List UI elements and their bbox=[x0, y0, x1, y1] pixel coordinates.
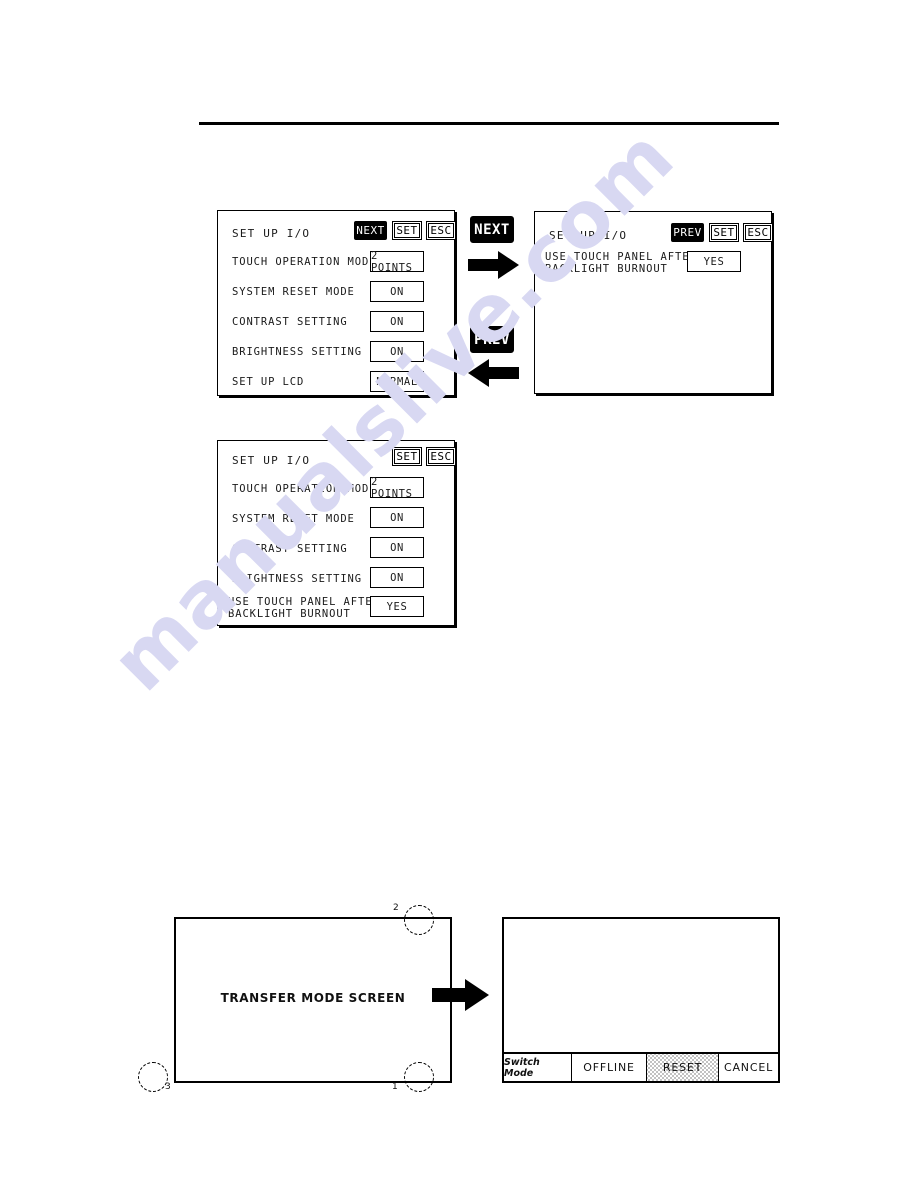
hmi-panel-setup-io-page1: SET UP I/O NEXT SET ESC TOUCH OPERATION … bbox=[217, 210, 456, 396]
panel3-row-0-label: TOUCH OPERATION MODE bbox=[232, 483, 377, 495]
hmi-panel-setup-io-page2: SET UP I/O PREV SET ESC USE TOUCH PANEL … bbox=[534, 211, 773, 394]
touch-corner-circle-2[interactable] bbox=[404, 905, 434, 935]
panel3-row-2-value[interactable]: ON bbox=[370, 537, 424, 558]
panel3-row-1-label: SYSTEM RESET MODE bbox=[232, 513, 355, 525]
touch-corner-number-3: 3 bbox=[165, 1082, 171, 1092]
panel3-row-2-label: CONTRAST SETTING bbox=[232, 543, 348, 555]
panel1-set-button[interactable]: SET bbox=[392, 221, 422, 240]
panel1-row-0-value[interactable]: 2 POINTS bbox=[370, 250, 424, 274]
offline-button[interactable]: OFFLINE bbox=[572, 1054, 647, 1081]
nav-next-label: NEXT bbox=[474, 221, 510, 238]
reset-button[interactable]: RESET bbox=[647, 1054, 719, 1081]
panel3-set-button[interactable]: SET bbox=[392, 447, 422, 466]
transfer-mode-screen: TRANSFER MODE SCREEN bbox=[174, 917, 452, 1083]
transfer-arrow-right-icon bbox=[432, 979, 489, 1011]
nav-prev-label: PREV bbox=[474, 331, 510, 348]
panel1-row-1-label: SYSTEM RESET MODE bbox=[232, 286, 355, 298]
panel3-esc-button[interactable]: ESC bbox=[426, 447, 456, 466]
transfer-mode-screen-label: TRANSFER MODE SCREEN bbox=[220, 991, 406, 1005]
panel2-prev-button[interactable]: PREV bbox=[671, 223, 704, 242]
panel1-row-2-label: CONTRAST SETTING bbox=[232, 316, 348, 328]
panel3-row-3-value[interactable]: ON bbox=[370, 567, 424, 588]
touch-corner-number-2: 2 bbox=[393, 903, 399, 913]
panel1-title: SET UP I/O bbox=[232, 227, 311, 240]
panel3-row-1-value[interactable]: ON bbox=[370, 507, 424, 528]
panel3-row-3-label: BRIGHTNESS SETTING bbox=[232, 573, 362, 585]
mode-panel-button-bar: Switch Mode OFFLINE RESET CANCEL bbox=[504, 1052, 778, 1081]
mode-panel-body bbox=[504, 919, 778, 1052]
panel3-row-0-value[interactable]: 2 POINTS bbox=[370, 476, 424, 500]
panel2-esc-button[interactable]: ESC bbox=[743, 223, 773, 242]
hmi-panel-setup-io-combined: SET UP I/O SET ESC TOUCH OPERATION MODE … bbox=[217, 440, 456, 626]
nav-next-button[interactable]: NEXT bbox=[470, 216, 514, 243]
panel1-row-3-label: BRIGHTNESS SETTING bbox=[232, 346, 362, 358]
cancel-button[interactable]: CANCEL bbox=[719, 1054, 778, 1081]
panel1-row-2-value[interactable]: ON bbox=[370, 311, 424, 332]
panel3-row-4-label-line2: BACKLIGHT BURNOUT bbox=[228, 608, 351, 620]
touch-corner-number-1: 1 bbox=[392, 1082, 398, 1092]
panel1-next-button[interactable]: NEXT bbox=[354, 221, 387, 240]
panel3-row-4-value[interactable]: YES bbox=[370, 596, 424, 617]
panel2-row-0-label-line1: USE TOUCH PANEL AFTER bbox=[545, 251, 697, 263]
nav-prev-button[interactable]: PREV bbox=[470, 326, 514, 353]
header-divider bbox=[199, 122, 779, 125]
panel2-row-0-label-line2: BACKLIGHT BURNOUT bbox=[545, 263, 668, 275]
panel1-row-4-value[interactable]: NORMAL bbox=[370, 371, 424, 392]
switch-mode-button[interactable]: Switch Mode bbox=[504, 1054, 572, 1081]
arrow-left-icon bbox=[468, 359, 519, 387]
offline-mode-panel: Switch Mode OFFLINE RESET CANCEL bbox=[502, 917, 780, 1083]
panel2-title: SET UP I/O bbox=[549, 229, 628, 242]
touch-corner-circle-3[interactable] bbox=[138, 1062, 168, 1092]
panel1-row-0-label: TOUCH OPERATION MODE bbox=[232, 256, 377, 268]
panel2-row-0-value[interactable]: YES bbox=[687, 251, 741, 272]
panel1-esc-button[interactable]: ESC bbox=[426, 221, 456, 240]
panel1-row-1-value[interactable]: ON bbox=[370, 281, 424, 302]
panel3-title: SET UP I/O bbox=[232, 454, 311, 467]
arrow-right-icon bbox=[468, 251, 519, 279]
panel2-set-button[interactable]: SET bbox=[709, 223, 739, 242]
panel1-row-4-label: SET UP LCD bbox=[232, 376, 305, 388]
panel3-row-4-label-line1: USE TOUCH PANEL AFTER bbox=[228, 596, 380, 608]
panel1-row-3-value[interactable]: ON bbox=[370, 341, 424, 362]
touch-corner-circle-1[interactable] bbox=[404, 1062, 434, 1092]
